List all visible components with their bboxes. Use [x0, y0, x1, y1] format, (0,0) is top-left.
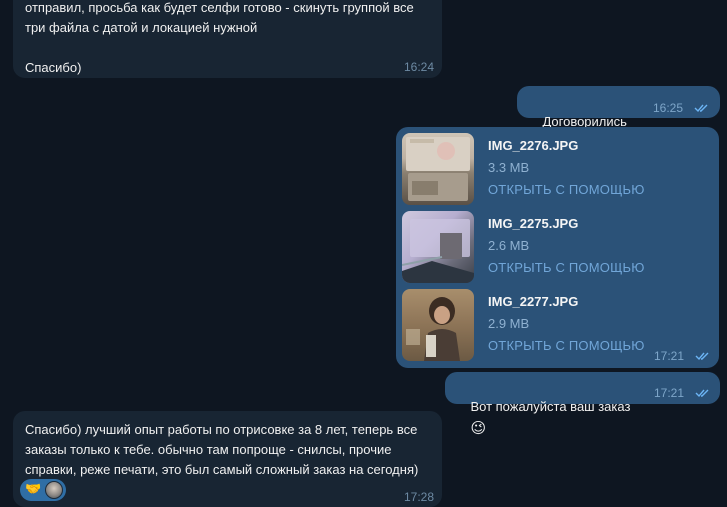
incoming-message-1[interactable]: отправил, просьба как будет селфи готово…: [13, 0, 442, 78]
document-photo-icon: [406, 137, 470, 201]
document-photo-icon: [402, 219, 474, 283]
file-name: IMG_2275.JPG: [488, 216, 579, 231]
file-thumbnail-2[interactable]: [402, 211, 474, 283]
outgoing-message-2[interactable]: Договорились 🤝 16:25: [517, 86, 720, 151]
outgoing-files-message[interactable]: IMG_2276.JPG 3.3 MB ОТКРЫТЬ С ПОМОЩЬЮ IM…: [396, 127, 719, 368]
handshake-emoji: 🤝: [25, 482, 42, 497]
double-check-icon: [694, 104, 708, 113]
incoming-message-5[interactable]: Спасибо) лучший опыт работы по отрисовке…: [13, 411, 442, 507]
file-size: 3.3 MB: [488, 160, 530, 175]
message-text-content: Вот пожалуйста ваш заказ: [470, 399, 631, 414]
message-time: 17:28: [403, 490, 434, 504]
file-name: IMG_2277.JPG: [488, 294, 579, 309]
open-with-link[interactable]: ОТКРЫТЬ С ПОМОЩЬЮ: [488, 338, 645, 354]
message-reaction[interactable]: 🤝: [20, 479, 66, 501]
wink-emoji: 😉: [470, 418, 487, 437]
outgoing-message-4[interactable]: Вот пожалуйста ваш заказ 😉 17:21: [445, 372, 720, 436]
message-time: 17:21: [654, 386, 685, 400]
avatar: [45, 481, 63, 499]
open-with-link[interactable]: ОТКРЫТЬ С ПОМОЩЬЮ: [488, 260, 645, 276]
message-time: 16:24: [403, 60, 434, 74]
file-name: IMG_2276.JPG: [488, 138, 579, 153]
file-row-2[interactable]: IMG_2275.JPG 2.6 MB ОТКРЫТЬ С ПОМОЩЬЮ: [402, 211, 709, 283]
open-with-link[interactable]: ОТКРЫТЬ С ПОМОЩЬЮ: [488, 182, 645, 198]
file-size: 2.9 MB: [488, 316, 530, 331]
file-thumbnail-3[interactable]: [402, 289, 474, 361]
file-thumbnail-1[interactable]: [402, 133, 474, 205]
message-text: отправил, просьба как будет селфи готово…: [25, 0, 414, 75]
message-time: 16:25: [653, 101, 684, 115]
double-check-icon: [695, 389, 709, 398]
message-text: Вот пожалуйста ваш заказ 😉: [456, 377, 630, 457]
selfie-photo-icon: [406, 297, 460, 361]
double-check-icon: [695, 352, 709, 361]
message-text: Спасибо) лучший опыт работы по отрисовке…: [25, 422, 419, 477]
file-size: 2.6 MB: [488, 238, 530, 253]
file-row-1[interactable]: IMG_2276.JPG 3.3 MB ОТКРЫТЬ С ПОМОЩЬЮ: [402, 133, 709, 205]
message-time: 17:21: [654, 349, 685, 363]
